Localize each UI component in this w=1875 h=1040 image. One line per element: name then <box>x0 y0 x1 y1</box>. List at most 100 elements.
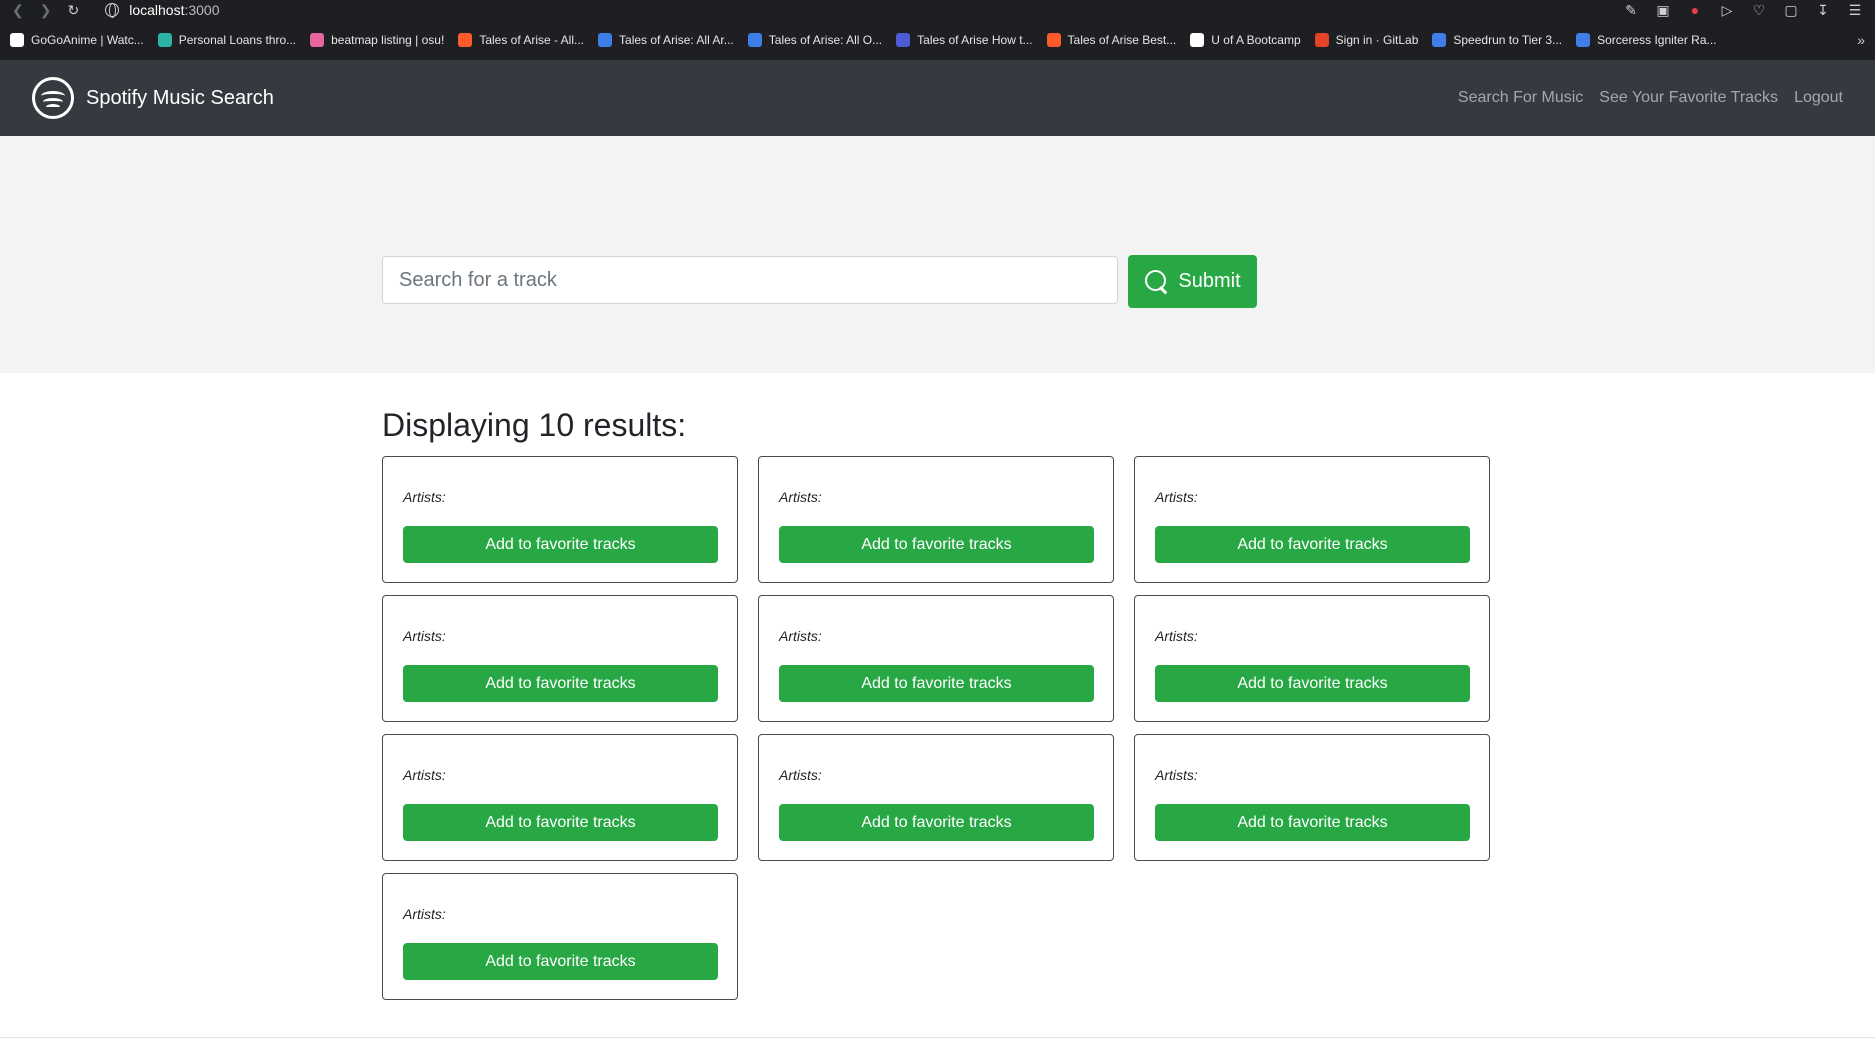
submit-label: Submit <box>1178 270 1241 292</box>
bookmark-label: beatmap listing | osu! <box>331 33 445 47</box>
search-input[interactable] <box>382 256 1118 304</box>
bookmark-label: GoGoAnime | Watc... <box>31 33 144 47</box>
address-bar[interactable]: localhost:3000 <box>105 2 220 18</box>
bookmark-label: Tales of Arise: All O... <box>768 33 883 47</box>
bookmark-favicon-icon <box>1046 33 1061 47</box>
bookmark-item[interactable]: Sorceress Igniter Ra... <box>1576 33 1717 47</box>
artists-label: Artists: <box>1155 767 1198 783</box>
cube-icon[interactable]: ▢ <box>1783 2 1799 18</box>
bookmark-item[interactable]: beatmap listing | osu! <box>310 33 444 47</box>
add-to-favorites-button[interactable]: Add to favorite tracks <box>1155 665 1470 702</box>
share-icon[interactable]: ✎ <box>1623 2 1639 18</box>
url-port: :3000 <box>184 2 220 18</box>
search-hero: Submit <box>0 136 1875 373</box>
bookmark-label: U of A Bootcamp <box>1211 33 1301 47</box>
bookmark-favicon-icon <box>10 33 24 47</box>
track-card: Artists: Add to favorite tracks <box>382 456 738 583</box>
bookmark-label: Tales of Arise: All Ar... <box>619 33 734 47</box>
url-host: localhost <box>129 2 185 18</box>
add-to-favorites-button[interactable]: Add to favorite tracks <box>779 804 1094 841</box>
browser-chrome: ❮ ❯ ↻ localhost:3000 ✎ ▣ ● ▷ ♡ ▢ ↧ ☰ GoG… <box>0 0 1875 60</box>
track-card: Artists: Add to favorite tracks <box>758 734 1114 861</box>
nav-link-logout[interactable]: Logout <box>1794 89 1843 107</box>
nav-links: Search For Music See Your Favorite Track… <box>1458 89 1843 107</box>
bookmark-favicon-icon <box>1432 33 1447 47</box>
bookmark-favicon-icon <box>1190 33 1205 47</box>
bookmark-item[interactable]: GoGoAnime | Watc... <box>10 33 144 47</box>
bookmark-favicon-icon <box>896 33 911 47</box>
track-card: Artists: Add to favorite tracks <box>382 595 738 722</box>
bookmark-favicon-icon <box>157 33 172 47</box>
search-icon <box>1144 269 1170 295</box>
bookmark-favicon-icon <box>1314 33 1329 47</box>
add-to-favorites-button[interactable]: Add to favorite tracks <box>779 526 1094 563</box>
page-bottom-divider <box>0 1037 1875 1038</box>
add-to-favorites-button[interactable]: Add to favorite tracks <box>1155 804 1470 841</box>
menu-icon[interactable]: ☰ <box>1847 2 1863 18</box>
bookmark-item[interactable]: U of A Bootcamp <box>1190 33 1301 47</box>
submit-button[interactable]: Submit <box>1128 255 1257 308</box>
nav-link-favorite-tracks[interactable]: See Your Favorite Tracks <box>1599 89 1778 107</box>
bookmark-item[interactable]: Personal Loans thro... <box>157 33 297 47</box>
artists-label: Artists: <box>1155 489 1198 505</box>
bookmark-favicon-icon <box>747 33 762 47</box>
bookmark-item[interactable]: Tales of Arise: All Ar... <box>598 33 734 47</box>
browser-nav-buttons: ❮ ❯ ↻ <box>12 3 79 17</box>
artists-label: Artists: <box>403 906 446 922</box>
artists-label: Artists: <box>403 489 446 505</box>
browser-toolbar-icons: ✎ ▣ ● ▷ ♡ ▢ ↧ ☰ <box>1623 2 1863 18</box>
bookmark-item[interactable]: Tales of Arise: All O... <box>747 33 883 47</box>
track-card: Artists: Add to favorite tracks <box>382 734 738 861</box>
bookmarks-bar: GoGoAnime | Watc... Personal Loans thro..… <box>0 20 1875 60</box>
bookmark-label: Tales of Arise - All... <box>479 33 585 47</box>
shield-icon[interactable]: ● <box>1687 2 1703 18</box>
bookmark-item[interactable]: Tales of Arise How t... <box>896 33 1033 47</box>
add-to-favorites-button[interactable]: Add to favorite tracks <box>779 665 1094 702</box>
add-to-favorites-button[interactable]: Add to favorite tracks <box>403 804 718 841</box>
track-card: Artists: Add to favorite tracks <box>1134 734 1490 861</box>
bookmark-favicon-icon <box>310 33 325 47</box>
artists-label: Artists: <box>779 628 822 644</box>
bookmark-item[interactable]: Speedrun to Tier 3... <box>1432 33 1562 47</box>
artists-label: Artists: <box>779 489 822 505</box>
bookmark-label: Speedrun to Tier 3... <box>1453 33 1563 47</box>
add-to-favorites-button[interactable]: Add to favorite tracks <box>403 665 718 702</box>
bookmark-label: Personal Loans thro... <box>178 33 297 47</box>
search-form: Submit <box>382 255 1257 308</box>
camera-icon[interactable]: ▣ <box>1655 2 1671 18</box>
results-heading: Displaying 10 results: <box>382 407 687 443</box>
artists-label: Artists: <box>403 767 446 783</box>
bookmark-label: Tales of Arise How t... <box>917 33 1033 47</box>
add-to-favorites-button[interactable]: Add to favorite tracks <box>1155 526 1470 563</box>
add-to-favorites-button[interactable]: Add to favorite tracks <box>403 526 718 563</box>
track-card: Artists: Add to favorite tracks <box>758 595 1114 722</box>
send-icon[interactable]: ▷ <box>1719 2 1735 18</box>
reload-icon[interactable]: ↻ <box>67 3 79 17</box>
brand[interactable]: Spotify Music Search <box>32 77 274 119</box>
bookmark-item[interactable]: Tales of Arise - All... <box>458 33 584 47</box>
bookmark-item[interactable]: Sign in · GitLab <box>1314 33 1419 47</box>
bookmark-label: Sign in · GitLab <box>1335 33 1419 47</box>
artists-label: Artists: <box>1155 628 1198 644</box>
app-navbar: Spotify Music Search Search For Music Se… <box>0 60 1875 136</box>
forward-arrow-icon[interactable]: ❯ <box>40 3 52 17</box>
bookmark-favicon-icon <box>458 33 473 47</box>
results-grid: Artists: Add to favorite tracks Artists: Ad… <box>382 456 1875 1000</box>
bookmark-label: Sorceress Igniter Ra... <box>1597 33 1717 47</box>
address-bar-row: ❮ ❯ ↻ localhost:3000 ✎ ▣ ● ▷ ♡ ▢ ↧ ☰ <box>0 0 1875 20</box>
track-card: Artists: Add to favorite tracks <box>382 873 738 1000</box>
bookmark-label: Tales of Arise Best... <box>1067 33 1177 47</box>
bookmark-item[interactable]: Tales of Arise Best... <box>1046 33 1177 47</box>
download-icon[interactable]: ↧ <box>1815 2 1831 18</box>
globe-icon <box>105 3 120 18</box>
nav-link-search-for-music[interactable]: Search For Music <box>1458 89 1583 107</box>
artists-label: Artists: <box>779 767 822 783</box>
bookmark-favicon-icon <box>1576 33 1591 47</box>
heart-icon[interactable]: ♡ <box>1751 2 1767 18</box>
artists-label: Artists: <box>403 628 446 644</box>
track-card: Artists: Add to favorite tracks <box>758 456 1114 583</box>
back-arrow-icon[interactable]: ❮ <box>12 3 24 17</box>
bookmark-favicon-icon <box>598 33 613 47</box>
bookmarks-overflow-icon[interactable]: » <box>1857 32 1865 48</box>
add-to-favorites-button[interactable]: Add to favorite tracks <box>403 943 718 980</box>
